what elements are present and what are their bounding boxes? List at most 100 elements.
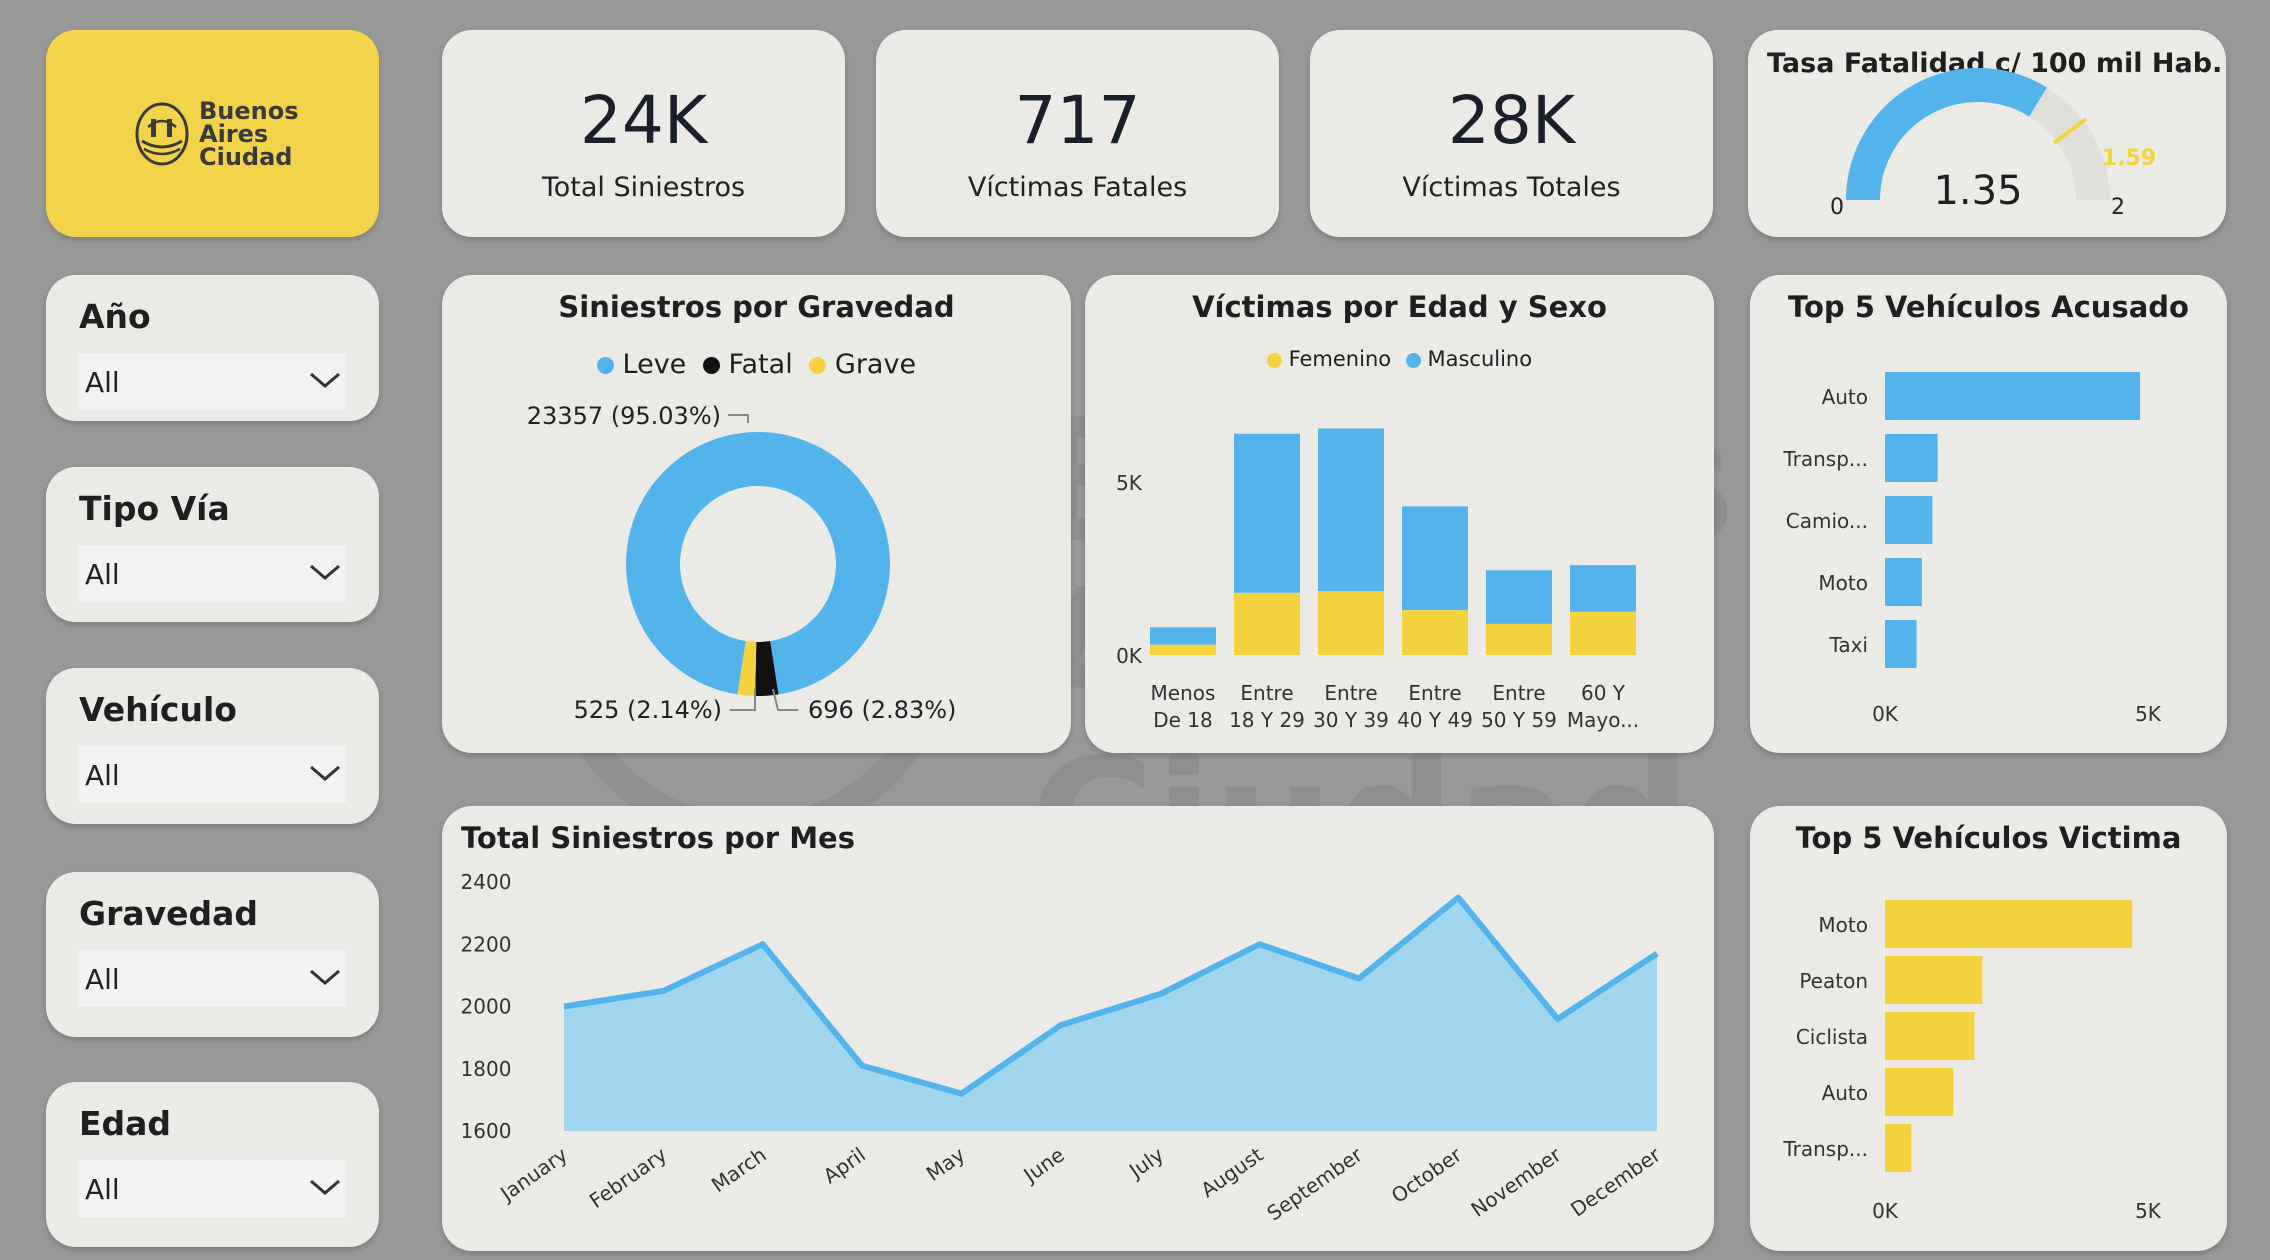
bar-femenino[interactable]: [1234, 592, 1300, 655]
bar-masculino[interactable]: [1486, 570, 1552, 624]
x-tick-label: 40 Y 49: [1397, 708, 1473, 732]
category-label: Auto: [1822, 1081, 1868, 1105]
bar-femenino[interactable]: [1402, 610, 1468, 655]
gauge-card: Tasa Fatalidad c/ 100 mil Hab. 1.35 0 2 …: [1748, 30, 2226, 237]
bar[interactable]: [1885, 1012, 1975, 1060]
donut-chart: 23357 (95.03%) 525 (2.14%) 696 (2.83%): [527, 402, 957, 724]
bar-femenino[interactable]: [1150, 644, 1216, 655]
y-tick-label: 1800: [461, 1057, 512, 1081]
category-label: Transp...: [1782, 1137, 1868, 1161]
gauge-chart: 1.35 0 2 1.59: [1830, 68, 2156, 220]
x-tick-label: Entre: [1324, 681, 1377, 705]
x-tick-label: June: [1018, 1142, 1069, 1188]
area-fill: [564, 897, 1657, 1131]
slicer-dropdown-vehiculo[interactable]: All: [79, 746, 346, 803]
x-tick-label: November: [1467, 1142, 1567, 1222]
bar[interactable]: [1885, 434, 1938, 482]
x-tick-label: August: [1196, 1142, 1267, 1202]
slicer-title: Gravedad: [79, 894, 259, 933]
bar-masculino[interactable]: [1234, 433, 1300, 593]
x-tick-label: Menos: [1151, 681, 1216, 705]
chevron-down-icon: [310, 564, 340, 580]
bar-masculino[interactable]: [1318, 428, 1384, 592]
x-tick-label: Entre: [1240, 681, 1293, 705]
slicer-gravedad: Gravedad All: [46, 872, 379, 1037]
bar-femenino[interactable]: [1570, 611, 1636, 655]
kpi-card-victimas-fatales: 717 Víctimas Fatales: [876, 30, 1279, 237]
chevron-down-icon: [310, 372, 340, 388]
slicer-tipo-via: Tipo Vía All: [46, 467, 379, 622]
y-tick-label: 2000: [461, 995, 512, 1019]
slicer-ano: Año All: [46, 275, 379, 421]
slicer-vehiculo: Vehículo All: [46, 668, 379, 824]
x-tick-label: January: [494, 1142, 572, 1206]
slicer-value: All: [85, 558, 120, 591]
category-label: Peaton: [1799, 969, 1868, 993]
x-tick-label: April: [819, 1142, 870, 1188]
bar[interactable]: [1885, 956, 1983, 1004]
bar[interactable]: [1885, 1124, 1912, 1172]
data-label-leve: 23357 (95.03%): [527, 402, 721, 430]
slicer-value: All: [85, 759, 120, 792]
x-tick-label: 60 Y: [1581, 681, 1626, 705]
bar-masculino[interactable]: [1570, 565, 1636, 612]
slicer-dropdown-tipo-via[interactable]: All: [79, 545, 346, 602]
kpi-card-total-siniestros: 24K Total Siniestros: [442, 30, 845, 237]
category-label: Ciclista: [1796, 1025, 1868, 1049]
x-tick-label: July: [1123, 1142, 1168, 1184]
x-tick-label: March: [707, 1142, 771, 1197]
bar[interactable]: [1885, 496, 1933, 544]
acusado-bar-chart: Auto Transp... Camio... Moto Taxi 0K 5K: [1782, 372, 2162, 726]
y-tick-label: 1600: [461, 1119, 512, 1143]
logo-line-3: Ciudad: [199, 143, 293, 171]
area-card: Total Siniestros por Mes 1600 1800 2000 220…: [442, 806, 1714, 1251]
acusado-card: Top 5 Vehículos Acusado Auto Transp... Cam…: [1750, 275, 2227, 753]
bar[interactable]: [1885, 620, 1917, 668]
data-label-grave: 525 (2.14%): [574, 696, 722, 724]
x-tick-label: 5K: [2135, 1199, 2162, 1223]
area-chart: 1600 1800 2000 2200 2400 January February March…: [461, 870, 1666, 1226]
slicer-value: All: [85, 1173, 120, 1206]
bar-masculino[interactable]: [1150, 627, 1216, 645]
slicer-title: Año: [79, 297, 151, 336]
x-tick-label: Entre: [1408, 681, 1461, 705]
x-tick-label: October: [1387, 1142, 1467, 1208]
x-tick-label: September: [1262, 1142, 1367, 1226]
x-tick-label: 50 Y 59: [1481, 708, 1557, 732]
chevron-down-icon: [310, 969, 340, 985]
y-tick-label: 5K: [1116, 471, 1143, 495]
donut-card: Siniestros por Gravedad Leve Fatal Grave…: [442, 275, 1071, 753]
gauge-target-label: 1.59: [2102, 146, 2156, 171]
slicer-value: All: [85, 963, 120, 996]
kpi-value: 28K: [1447, 82, 1576, 159]
category-label: Taxi: [1828, 633, 1868, 657]
slicer-dropdown-edad[interactable]: All: [79, 1160, 346, 1217]
kpi-card-victimas-totales: 28K Víctimas Totales: [1310, 30, 1713, 237]
bar-masculino[interactable]: [1402, 506, 1468, 611]
slicer-title: Edad: [79, 1104, 172, 1143]
slicer-title: Vehículo: [79, 690, 237, 729]
x-tick-label: De 18: [1153, 708, 1213, 732]
gauge-value: 1.35: [1933, 168, 2022, 214]
bar[interactable]: [1885, 372, 2141, 420]
slicer-title: Tipo Vía: [79, 489, 230, 528]
bar-femenino[interactable]: [1486, 623, 1552, 655]
slicer-dropdown-ano[interactable]: All: [79, 353, 346, 410]
slicer-dropdown-gravedad[interactable]: All: [79, 950, 346, 1007]
bar[interactable]: [1885, 558, 1922, 606]
x-tick-label: December: [1566, 1142, 1665, 1222]
kpi-label: Total Siniestros: [541, 172, 746, 203]
category-label: Moto: [1818, 913, 1868, 937]
category-label: Camio...: [1786, 509, 1868, 533]
logo-card: Buenos Aires Ciudad: [46, 30, 379, 237]
slicer-value: All: [85, 366, 120, 399]
x-tick-label: 0K: [1872, 1199, 1899, 1223]
kpi-label: Víctimas Fatales: [967, 172, 1188, 203]
category-label: Auto: [1822, 385, 1868, 409]
bar[interactable]: [1885, 900, 2133, 948]
y-tick-label: 2400: [461, 870, 512, 894]
chevron-down-icon: [310, 765, 340, 781]
bar-femenino[interactable]: [1318, 591, 1384, 655]
bar[interactable]: [1885, 1068, 1954, 1116]
kpi-value: 717: [1014, 82, 1141, 159]
